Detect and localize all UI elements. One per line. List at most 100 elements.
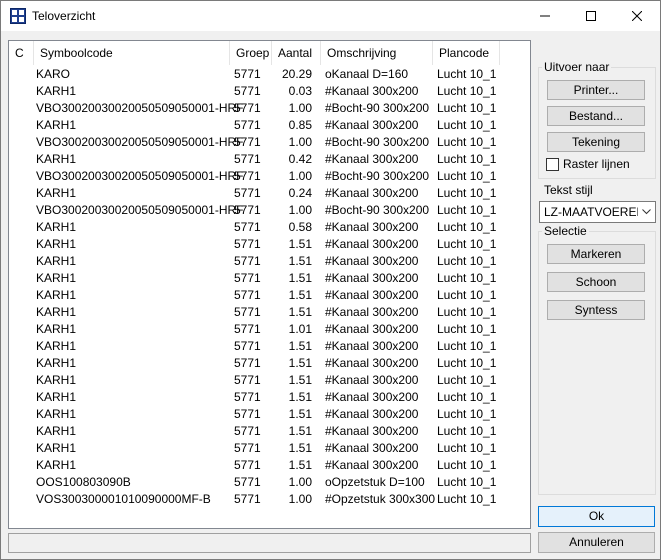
cell-symboolcode: VBO30020030020050509050001-HRF [36,101,244,115]
table-row[interactable]: VOS300300001010090000MF-B 5771 1.00 #Opzets… [9,491,530,508]
cell-groep: 5771 [234,339,261,353]
clean-button[interactable]: Schoon [547,272,645,292]
table-row[interactable]: KARH1 5771 1.51 #Kanaal 300x200 Lucht 10_1 [9,287,530,304]
table-row[interactable]: KARH1 5771 1.51 #Kanaal 300x200 Lucht 10_1 [9,270,530,287]
maximize-button[interactable] [568,1,614,31]
table-row[interactable]: KARH1 5771 1.01 #Kanaal 300x200 Lucht 10_1 [9,321,530,338]
drawing-button[interactable]: Tekening [547,132,645,152]
table-row[interactable]: KARH1 5771 1.51 #Kanaal 300x200 Lucht 10_1 [9,406,530,423]
cell-omschrijving: #Kanaal 300x200 [325,339,419,353]
column-header-c[interactable]: C [9,41,34,65]
table-row[interactable]: KARH1 5771 0.03 #Kanaal 300x200 Lucht 10_1 [9,83,530,100]
column-header-symboolcode[interactable]: Symboolcode [34,41,230,65]
cell-symboolcode: KARH1 [36,220,77,234]
cell-symboolcode: KARH1 [36,407,77,421]
cell-aantal: 0.03 [288,84,312,98]
table-row[interactable]: KARH1 5771 1.51 #Kanaal 300x200 Lucht 10_1 [9,372,530,389]
maximize-icon [586,11,596,21]
cell-plancode: Lucht 10_1 [437,441,497,455]
cell-plancode: Lucht 10_1 [437,271,497,285]
table-row[interactable]: KARH1 5771 1.51 #Kanaal 300x200 Lucht 10_1 [9,423,530,440]
cell-symboolcode: KARH1 [36,271,77,285]
cell-plancode: Lucht 10_1 [437,220,497,234]
cell-symboolcode: VBO30020030020050509050001-HRF [36,135,244,149]
file-button[interactable]: Bestand... [547,106,645,126]
title-bar: Teloverzicht [1,1,660,31]
cell-omschrijving: #Kanaal 300x200 [325,84,419,98]
table-row[interactable]: VBO30020030020050509050001-HRF 5771 1.00 #B… [9,100,530,117]
table-row[interactable]: KARH1 5771 1.51 #Kanaal 300x200 Lucht 10_1 [9,457,530,474]
table-row[interactable]: KARO 5771 20.29 oKanaal D=160 Lucht 10_1 [9,66,530,83]
cell-symboolcode: KARH1 [36,441,77,455]
table-row[interactable]: KARH1 5771 1.51 #Kanaal 300x200 Lucht 10_1 [9,389,530,406]
cell-groep: 5771 [234,186,261,200]
cell-omschrijving: #Kanaal 300x200 [325,424,419,438]
table-row[interactable]: VBO30020030020050509050001-HRF 5771 1.00 #B… [9,202,530,219]
cell-symboolcode: VBO30020030020050509050001-HRF [36,169,244,183]
cell-aantal: 1.51 [288,373,312,387]
cell-plancode: Lucht 10_1 [437,356,497,370]
table-row[interactable]: OOS100803090B 5771 1.00 oOpzetstuk D=100 Luc… [9,474,530,491]
table-row[interactable]: KARH1 5771 0.58 #Kanaal 300x200 Lucht 10_1 [9,219,530,236]
cell-plancode: Lucht 10_1 [437,101,497,115]
cell-aantal: 1.51 [288,356,312,370]
table-row[interactable]: VBO30020030020050509050001-HRF 5771 1.00 #B… [9,134,530,151]
cell-symboolcode: KARH1 [36,84,77,98]
cell-groep: 5771 [234,169,261,183]
cell-symboolcode: KARH1 [36,305,77,319]
table-row[interactable]: KARH1 5771 1.51 #Kanaal 300x200 Lucht 10_1 [9,440,530,457]
cell-groep: 5771 [234,101,261,115]
column-header-groep[interactable]: Groep [230,41,272,65]
cell-aantal: 1.00 [288,101,312,115]
cell-groep: 5771 [234,237,261,251]
table-row[interactable]: KARH1 5771 1.51 #Kanaal 300x200 Lucht 10_1 [9,338,530,355]
table-row[interactable]: KARH1 5771 1.51 #Kanaal 300x200 Lucht 10_1 [9,236,530,253]
table-row[interactable]: KARH1 5771 1.51 #Kanaal 300x200 Lucht 10_1 [9,355,530,372]
cell-plancode: Lucht 10_1 [437,254,497,268]
column-header-omschrijving[interactable]: Omschrijving [321,41,433,65]
printer-button[interactable]: Printer... [547,80,645,100]
table-row[interactable]: KARH1 5771 1.51 #Kanaal 300x200 Lucht 10_1 [9,304,530,321]
minimize-button[interactable] [522,1,568,31]
table-row[interactable]: VBO30020030020050509050001-HRF 5771 1.00 #B… [9,168,530,185]
cell-groep: 5771 [234,288,261,302]
ok-button[interactable]: Ok [538,506,655,527]
cancel-button[interactable]: Annuleren [538,532,655,553]
cell-plancode: Lucht 10_1 [437,390,497,404]
cell-omschrijving: oOpzetstuk D=100 [325,475,425,489]
cell-aantal: 1.51 [288,305,312,319]
mark-button[interactable]: Markeren [547,244,645,264]
status-bar [8,533,531,553]
column-header-plancode[interactable]: Plancode [433,41,500,65]
table-row[interactable]: KARH1 5771 0.42 #Kanaal 300x200 Lucht 10_1 [9,151,530,168]
cell-omschrijving: #Opzetstuk 300x300 [325,492,435,506]
cell-omschrijving: #Kanaal 300x200 [325,441,419,455]
table-row[interactable]: KARH1 5771 1.51 #Kanaal 300x200 Lucht 10_1 [9,253,530,270]
cell-omschrijving: #Kanaal 300x200 [325,458,419,472]
cell-symboolcode: KARH1 [36,322,77,336]
close-button[interactable] [614,1,660,31]
parts-list[interactable]: C Symboolcode Groep Aantal Omschrijving … [8,40,531,529]
table-row[interactable]: KARH1 5771 0.85 #Kanaal 300x200 Lucht 10_1 [9,117,530,134]
cell-omschrijving: #Kanaal 300x200 [325,322,419,336]
cell-plancode: Lucht 10_1 [437,339,497,353]
cell-groep: 5771 [234,84,261,98]
cell-omschrijving: #Bocht-90 300x200 [325,203,430,217]
cell-plancode: Lucht 10_1 [437,373,497,387]
output-group-legend: Uitvoer naar [542,60,612,74]
text-style-select[interactable]: LZ-MAATVOEREN [539,201,656,223]
minimize-icon [540,15,550,17]
cell-aantal: 1.51 [288,424,312,438]
cell-omschrijving: #Kanaal 300x200 [325,237,419,251]
cell-omschrijving: #Kanaal 300x200 [325,288,419,302]
syntess-button[interactable]: Syntess [547,300,645,320]
cell-plancode: Lucht 10_1 [437,152,497,166]
cell-groep: 5771 [234,152,261,166]
table-row[interactable]: KARH1 5771 0.24 #Kanaal 300x200 Lucht 10_1 [9,185,530,202]
column-header-aantal[interactable]: Aantal [272,41,321,65]
cell-groep: 5771 [234,203,261,217]
cell-plancode: Lucht 10_1 [437,407,497,421]
grid-lines-checkbox[interactable] [546,158,559,171]
cell-groep: 5771 [234,135,261,149]
cell-aantal: 1.51 [288,271,312,285]
